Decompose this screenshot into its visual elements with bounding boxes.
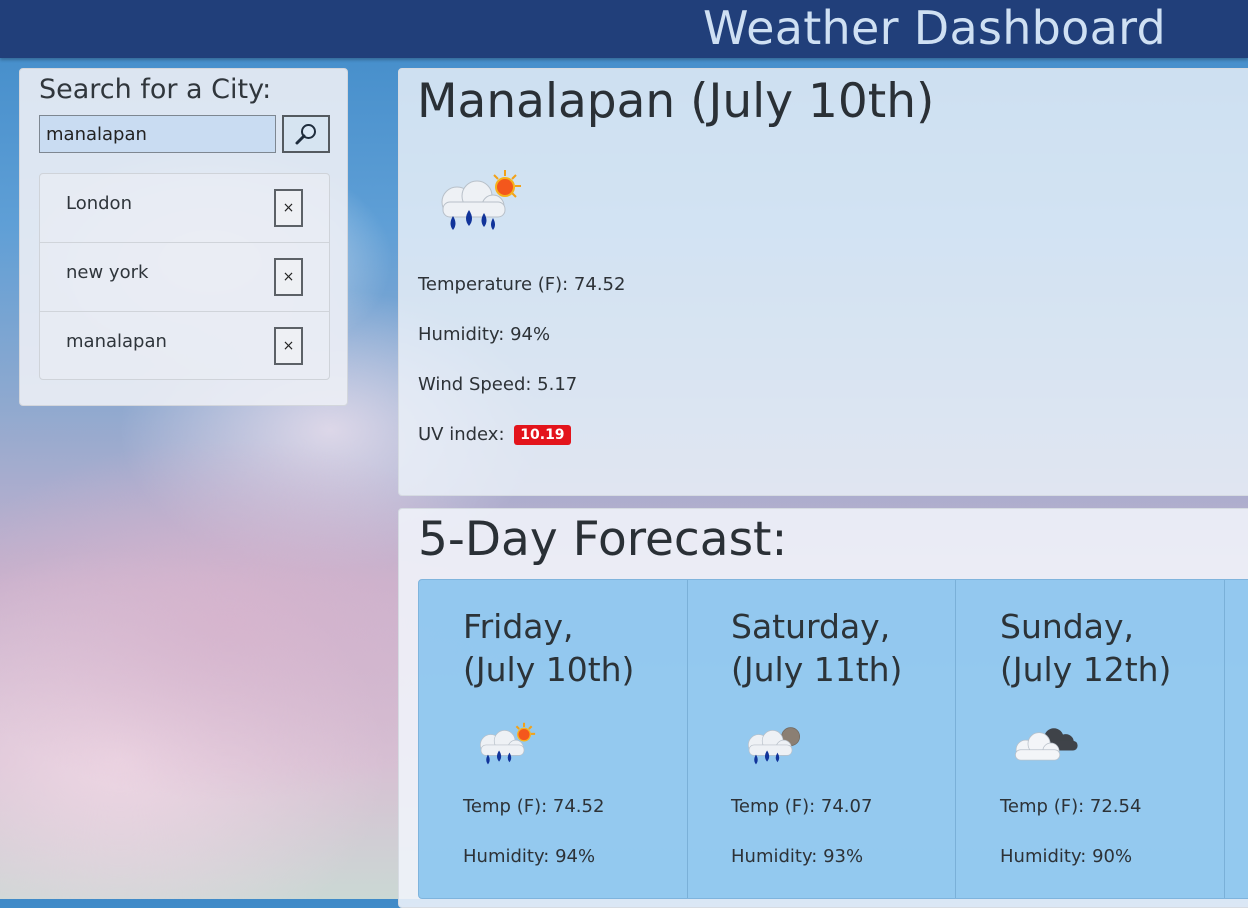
forecast-card: Sunday, (July 12th) Temp (F): 72.54 Humi… [956, 580, 1225, 898]
search-button[interactable] [282, 115, 330, 153]
search-panel: Search for a City: London × new york × m… [19, 68, 348, 406]
app-header: Weather Dashboard [0, 0, 1248, 58]
forecast-day: Sunday, (July 12th) [1000, 607, 1172, 689]
forecast-temp: Temp (F): 72.54 [1000, 796, 1142, 817]
wind-speed-text: Wind Speed: 5.17 [418, 374, 578, 395]
city-item[interactable]: new york × [40, 243, 329, 312]
current-weather-panel: Manalapan (July 10th) Temperature (F): 7… [398, 68, 1248, 496]
city-item[interactable]: manalapan × [40, 312, 329, 381]
city-name[interactable]: manalapan [66, 330, 167, 354]
forecast-title: 5-Day Forecast: [418, 512, 788, 567]
forecast-day: Friday, (July 10th) [463, 607, 635, 689]
rain-cloudy-icon [748, 727, 801, 765]
search-label: Search for a City: [39, 74, 272, 105]
remove-city-button[interactable]: × [274, 189, 303, 227]
rain-sun-icon [441, 170, 521, 230]
forecast-card: Saturday, (July 11th) Temp (F): 74.07 Hu… [687, 580, 956, 898]
forecast-temp: Temp (F): 74.07 [731, 796, 873, 817]
app-title: Weather Dashboard [703, 1, 1166, 55]
forecast-day: Saturday, (July 11th) [731, 607, 903, 689]
humidity-text: Humidity: 94% [418, 324, 551, 345]
search-icon [295, 124, 316, 145]
city-item[interactable]: London × [40, 174, 329, 243]
forecast-panel: 5-Day Forecast: Friday, (July 10th) Temp… [398, 508, 1248, 908]
rain-sun-icon [480, 722, 536, 765]
forecast-card: Friday, (July 10th) Temp (F): 74.52 Humi… [419, 580, 688, 898]
forecast-humidity: Humidity: 90% [1000, 846, 1133, 867]
forecast-cards: Friday, (July 10th) Temp (F): 74.52 Humi… [418, 579, 1248, 899]
city-name[interactable]: London [66, 192, 132, 216]
city-history-list: London × new york × manalapan × [39, 173, 330, 380]
forecast-temp: Temp (F): 74.52 [463, 796, 605, 817]
forecast-humidity: Humidity: 93% [731, 846, 864, 867]
uv-index-badge: 10.19 [514, 425, 571, 445]
remove-city-button[interactable]: × [274, 327, 303, 365]
uv-index-label: UV index: [418, 424, 505, 445]
temperature-text: Temperature (F): 74.52 [418, 274, 626, 295]
city-name[interactable]: new york [66, 261, 148, 285]
cloudy-icon [1015, 728, 1078, 761]
uv-index-row: UV index: 10.19 [418, 423, 571, 447]
search-input[interactable] [39, 115, 276, 153]
current-city-title: Manalapan (July 10th) [417, 74, 935, 129]
forecast-humidity: Humidity: 94% [463, 846, 596, 867]
remove-city-button[interactable]: × [274, 258, 303, 296]
